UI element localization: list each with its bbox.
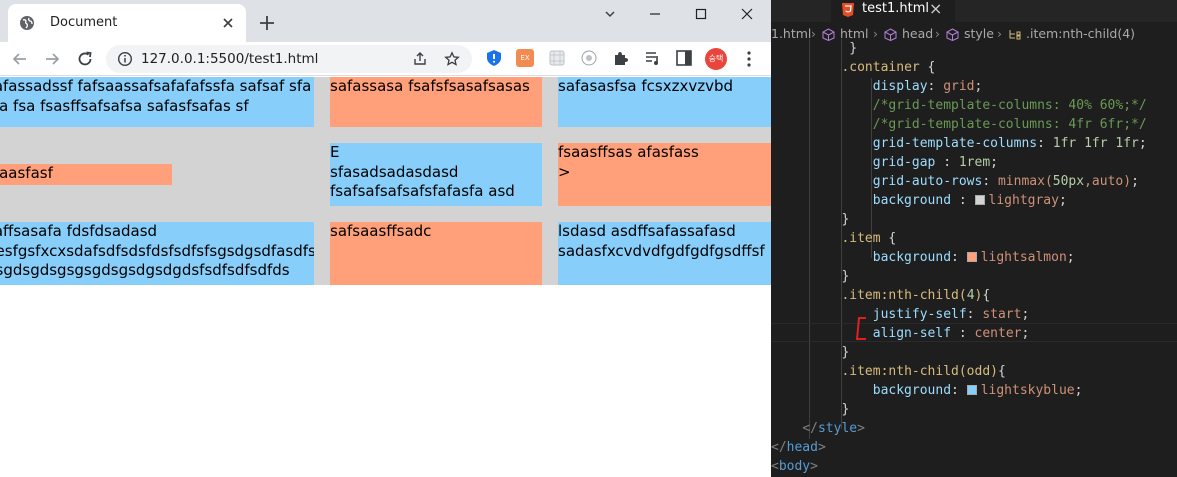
minimize-icon[interactable] xyxy=(632,0,678,28)
tab-strip: Document xyxy=(0,0,771,42)
color-swatch-lightsalmon[interactable] xyxy=(966,252,977,262)
grid-item-6: fsaasffsas afasfass > xyxy=(558,143,771,206)
color-swatch-lightskyblue[interactable] xyxy=(966,385,977,395)
close-tab-icon[interactable] xyxy=(218,13,238,33)
window-close-icon[interactable] xyxy=(724,0,770,28)
grid-item-2: safassasa fsafsfsasafsasas xyxy=(330,77,542,127)
editor-tab-close-icon[interactable]: × xyxy=(929,0,942,18)
html5-icon xyxy=(842,3,854,17)
red-annotation-bracket xyxy=(855,317,866,340)
globe-icon xyxy=(20,16,34,30)
profile-avatar[interactable]: 숭택 xyxy=(705,48,727,70)
share-icon[interactable] xyxy=(412,51,428,67)
screen: Document 127.0.0.1:5500/test1.html EX 숭택… xyxy=(0,0,1177,477)
editor-tab-label: test1.html xyxy=(862,1,929,16)
side-panel-icon[interactable] xyxy=(675,49,693,67)
colorpicker-extension-icon[interactable] xyxy=(580,49,598,67)
browser-toolbar: 127.0.0.1:5500/test1.html EX 숭택 xyxy=(0,42,771,76)
tab-search-chevron-icon[interactable] xyxy=(587,0,633,28)
ex-extension-icon[interactable]: EX xyxy=(516,49,534,67)
grid-item-7: saffsasafa fdsfdsadasd desfgsfxcxsdafsdf… xyxy=(0,222,314,285)
page-viewport: safassadssf fafsaassafsafafafssfa safsaf… xyxy=(0,77,771,477)
url-text[interactable]: 127.0.0.1:5500/test1.html xyxy=(141,51,318,67)
grid-item-8: safsaasffsadc xyxy=(330,222,542,285)
kebab-menu-icon[interactable] xyxy=(738,48,760,70)
address-bar[interactable]: 127.0.0.1:5500/test1.html xyxy=(106,45,472,73)
reload-icon[interactable] xyxy=(74,48,96,70)
bookmark-star-icon[interactable] xyxy=(444,51,460,67)
site-info-icon[interactable] xyxy=(117,51,133,67)
browser-tab-document[interactable]: Document xyxy=(8,4,246,42)
grid-item-4: sfaasfasf dxvxzvxcvcxvxc xyxy=(0,164,172,185)
media-queue-icon[interactable] xyxy=(644,49,662,67)
editor-tab-bar: test1.html × xyxy=(771,0,1177,22)
browser-window: Document 127.0.0.1:5500/test1.html EX 숭택… xyxy=(0,0,771,477)
grid-item-3: safasasfsa fcsxzxvzvbd xyxy=(558,77,771,127)
grid-item-5: E sfasadsadasdasd fsafsafsafsafsfafasfa … xyxy=(330,143,542,206)
grid-item-9: lsdasd asdffsafassafasd sadasfxcvdvdfgdf… xyxy=(558,222,771,285)
back-arrow-icon[interactable] xyxy=(9,48,31,70)
grid-container: safassadssf fafsaassafsafafafssfa safsaf… xyxy=(0,77,771,285)
tab-title: Document xyxy=(50,15,118,30)
new-tab-plus-icon[interactable] xyxy=(256,12,278,34)
grid-extension-icon[interactable] xyxy=(548,49,566,67)
extensions-puzzle-icon[interactable] xyxy=(612,49,630,67)
maximize-icon[interactable] xyxy=(678,0,724,28)
grid-item-1: safassadssf fafsaassafsafafafssfa safsaf… xyxy=(0,77,314,127)
forward-arrow-icon[interactable] xyxy=(41,48,63,70)
code-editor: test1.html × 1.html › html › head › styl… xyxy=(771,0,1177,477)
color-swatch-lightgray[interactable] xyxy=(974,195,985,205)
shield-extension-icon[interactable] xyxy=(485,49,503,67)
editor-tab-test1[interactable]: test1.html × xyxy=(831,0,955,22)
